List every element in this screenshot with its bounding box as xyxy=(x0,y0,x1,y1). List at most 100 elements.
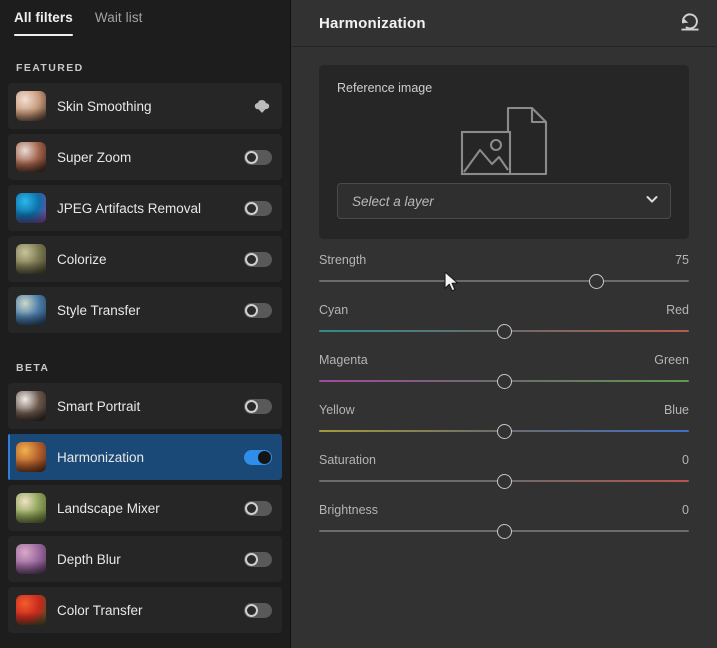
skin-smoothing-thumb xyxy=(16,91,46,121)
jpeg-artifacts-thumb xyxy=(16,193,46,223)
toggle-style-transfer[interactable] xyxy=(244,302,272,318)
slider-label-right: Red xyxy=(666,303,689,317)
reference-image-card: Reference image Select a layer xyxy=(319,65,689,239)
slider-label-left: Brightness xyxy=(319,503,379,517)
slider-label-left: Magenta xyxy=(319,353,368,367)
toggle-colorize[interactable] xyxy=(244,251,272,267)
image-icon xyxy=(460,130,512,176)
toggle-super-zoom[interactable] xyxy=(244,149,272,165)
slider-handle[interactable] xyxy=(496,423,512,439)
slider-label-right: Blue xyxy=(663,403,689,417)
slider-header: Saturation 0 xyxy=(319,453,689,467)
harmonization-panel: Harmonization Reference image Select a l… xyxy=(290,0,717,648)
reference-image-label: Reference image xyxy=(337,81,433,95)
harmonization-thumb xyxy=(16,442,46,472)
filter-name: Landscape Mixer xyxy=(57,500,160,516)
tab-bar: All filters Wait list xyxy=(0,0,290,46)
filter-row-landscape-mixer[interactable]: Landscape Mixer xyxy=(8,485,282,531)
tab-all-filters[interactable]: All filters xyxy=(14,10,73,36)
filter-row-style-transfer[interactable]: Style Transfer xyxy=(8,287,282,333)
slider-label-right: 0 xyxy=(682,453,689,467)
toggle-knob xyxy=(245,252,258,266)
slider-cyan-red: Cyan Red xyxy=(319,303,689,339)
slider-handle[interactable] xyxy=(496,323,512,339)
slider-track[interactable] xyxy=(319,523,689,539)
toggle-knob xyxy=(245,201,258,215)
toggle-knob xyxy=(258,450,271,464)
filter-row-harmonization[interactable]: Harmonization xyxy=(8,434,282,480)
tab-wait-list[interactable]: Wait list xyxy=(95,10,143,36)
filter-row-colorize[interactable]: Colorize xyxy=(8,236,282,282)
panel-body: Reference image Select a layer xyxy=(291,47,717,239)
toggle-jpeg-artifacts-removal[interactable] xyxy=(244,200,272,216)
filter-row-smart-portrait[interactable]: Smart Portrait xyxy=(8,383,282,429)
slider-handle[interactable] xyxy=(496,473,512,489)
slider-header: Brightness 0 xyxy=(319,503,689,517)
page-title: Harmonization xyxy=(319,14,426,32)
filter-row-skin-smoothing[interactable]: Skin Smoothing xyxy=(8,83,282,129)
filter-sections: FEATURED Skin Smoothing Super Zoom JPEG Art… xyxy=(0,46,290,633)
filter-name: Super Zoom xyxy=(57,149,132,165)
section-label-beta: BETA xyxy=(16,362,50,374)
toggle-knob xyxy=(245,150,258,164)
toggle-color-transfer[interactable] xyxy=(244,602,272,618)
filter-name: Smart Portrait xyxy=(57,398,141,414)
slider-label-left: Saturation xyxy=(319,453,376,467)
toggle-harmonization[interactable] xyxy=(244,449,272,465)
toggle-depth-blur[interactable] xyxy=(244,551,272,567)
panel-header: Harmonization xyxy=(291,0,717,47)
filters-sidebar: All filters Wait list FEATURED Skin Smooth… xyxy=(0,0,290,648)
layer-select-value: Select a layer xyxy=(352,193,434,209)
reset-icon[interactable] xyxy=(677,10,703,36)
depth-blur-thumb xyxy=(16,544,46,574)
slider-label-left: Strength xyxy=(319,253,367,267)
filter-name: Harmonization xyxy=(57,449,145,465)
slider-handle[interactable] xyxy=(589,273,604,289)
super-zoom-thumb xyxy=(16,142,46,172)
slider-track[interactable] xyxy=(319,423,689,439)
slider-label-right: Green xyxy=(654,353,689,367)
slider-magenta-green: Magenta Green xyxy=(319,353,689,389)
slider-label-right: 0 xyxy=(682,503,689,517)
slider-handle[interactable] xyxy=(496,523,512,539)
cloud-download-icon[interactable] xyxy=(252,96,272,116)
slider-header: Cyan Red xyxy=(319,303,689,317)
filter-row-jpeg-artifacts-removal[interactable]: JPEG Artifacts Removal xyxy=(8,185,282,231)
filters-panel-app: All filters Wait list FEATURED Skin Smooth… xyxy=(0,0,717,648)
filter-name: JPEG Artifacts Removal xyxy=(57,200,202,216)
slider-handle[interactable] xyxy=(496,373,512,389)
document-icon xyxy=(506,106,548,176)
toggle-knob xyxy=(245,303,258,317)
smart-portrait-thumb xyxy=(16,391,46,421)
toggle-knob xyxy=(245,603,258,617)
filter-name: Color Transfer xyxy=(57,602,143,618)
slider-label-left: Yellow xyxy=(319,403,355,417)
toggle-knob xyxy=(245,399,258,413)
toggle-landscape-mixer[interactable] xyxy=(244,500,272,516)
toggle-smart-portrait[interactable] xyxy=(244,398,272,414)
filter-row-super-zoom[interactable]: Super Zoom xyxy=(8,134,282,180)
reference-placeholder xyxy=(337,97,671,183)
layer-select-dropdown[interactable]: Select a layer xyxy=(337,183,671,219)
slider-header: Strength 75 xyxy=(319,253,689,267)
filter-row-color-transfer[interactable]: Color Transfer xyxy=(8,587,282,633)
slider-brightness: Brightness 0 xyxy=(319,503,689,539)
filter-name: Colorize xyxy=(57,251,107,267)
colorize-thumb xyxy=(16,244,46,274)
filter-name: Style Transfer xyxy=(57,302,141,318)
filter-row-depth-blur[interactable]: Depth Blur xyxy=(8,536,282,582)
slider-track[interactable] xyxy=(319,273,689,289)
slider-track[interactable] xyxy=(319,473,689,489)
filter-name: Skin Smoothing xyxy=(57,98,152,114)
slider-track[interactable] xyxy=(319,373,689,389)
chevron-down-icon xyxy=(644,191,660,212)
slider-header: Magenta Green xyxy=(319,353,689,367)
toggle-knob xyxy=(245,501,258,515)
color-transfer-thumb xyxy=(16,595,46,625)
slider-saturation: Saturation 0 xyxy=(319,453,689,489)
slider-label-left: Cyan xyxy=(319,303,349,317)
slider-track[interactable] xyxy=(319,323,689,339)
toggle-knob xyxy=(245,552,258,566)
filter-list-beta: Smart Portrait Harmonization Landscape Mix… xyxy=(0,383,290,633)
slider-strength: Strength 75 xyxy=(319,253,689,289)
